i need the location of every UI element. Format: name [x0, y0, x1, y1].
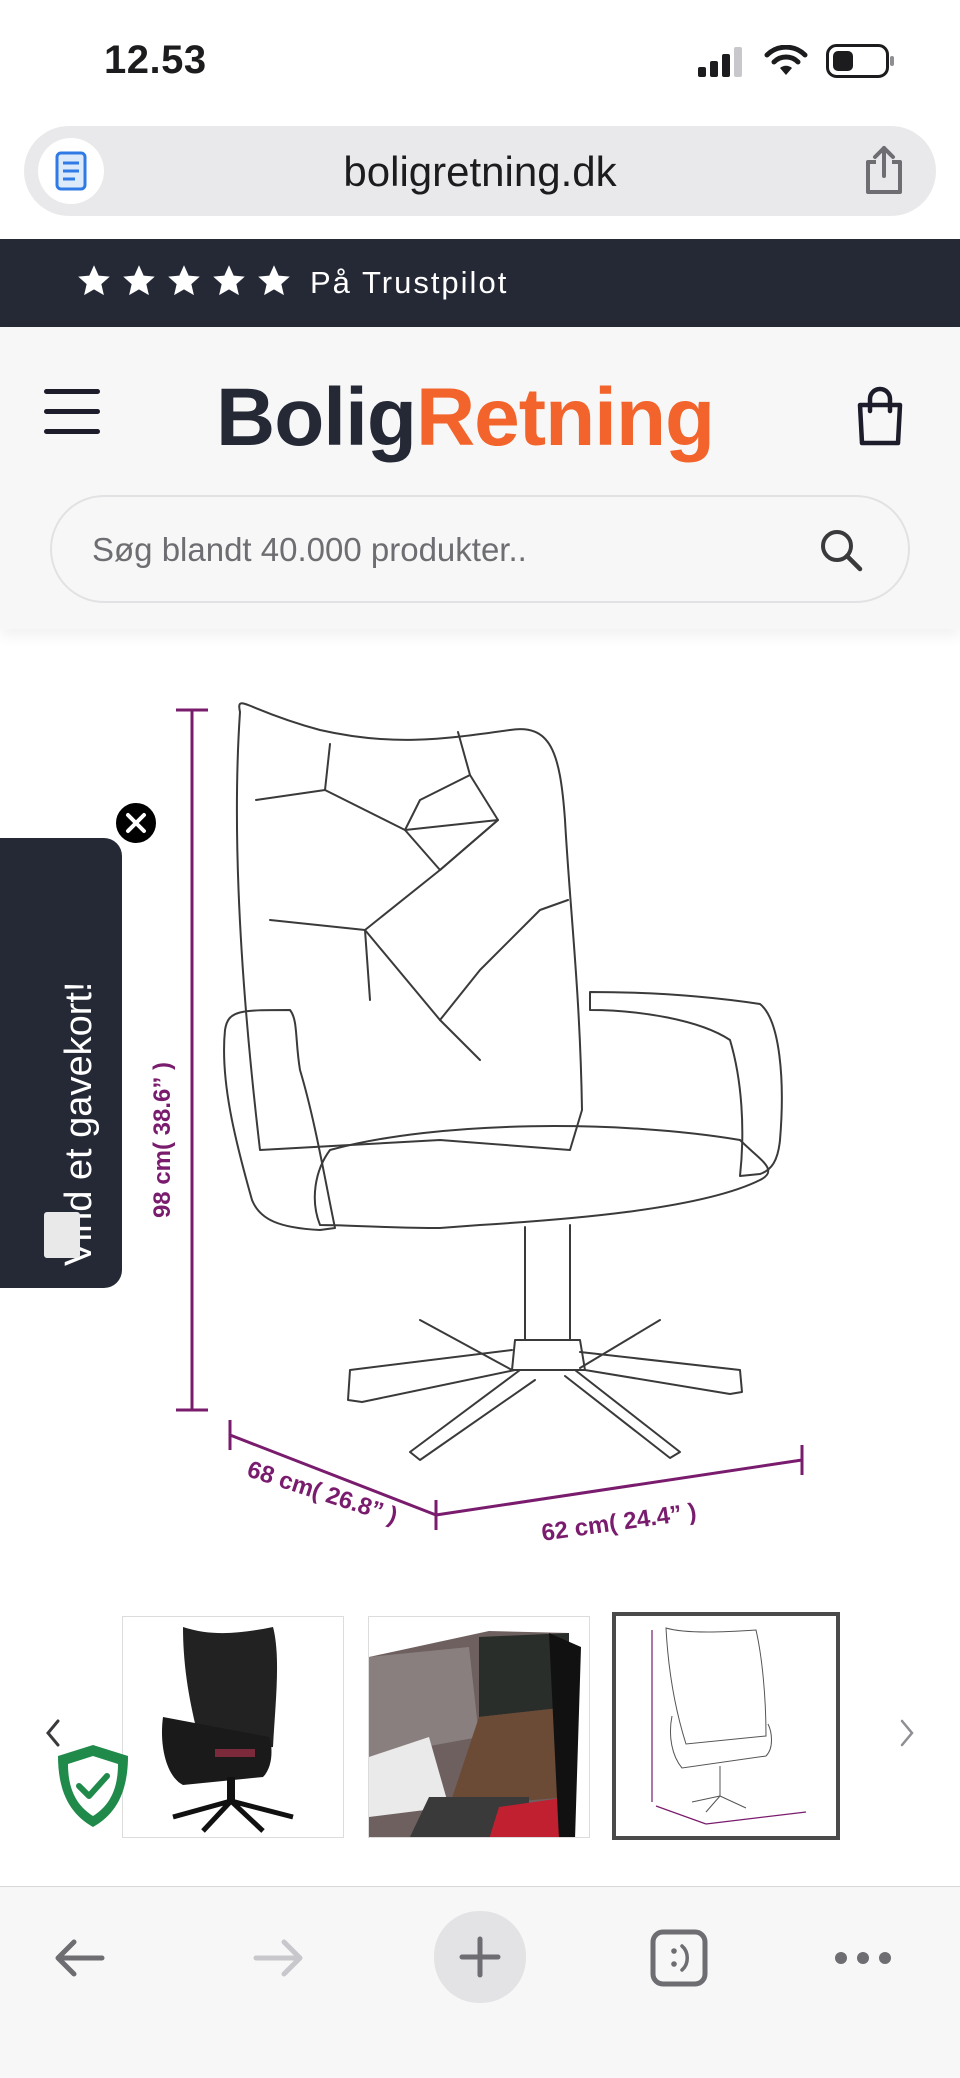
- address-bar[interactable]: boligretning.dk: [24, 126, 936, 216]
- trustpilot-banner[interactable]: På Trustpilot: [0, 239, 960, 327]
- width-dimension-label: 62 cm( 24.4” ): [540, 1498, 698, 1546]
- star-icon: [258, 265, 290, 296]
- site-logo[interactable]: BoligRetning: [216, 371, 715, 465]
- product-main-image[interactable]: 98 cm( 38.6” ) 68 cm( 26.8” ) 62 cm( 24.…: [140, 680, 840, 1560]
- back-button[interactable]: [34, 1913, 124, 2003]
- shopping-bag-icon: [857, 386, 903, 446]
- close-icon: [126, 813, 146, 833]
- cart-button[interactable]: [854, 385, 906, 452]
- right-armrest: [589, 991, 783, 1177]
- tabs-button[interactable]: [634, 1913, 724, 2003]
- star-base-right: [579, 1351, 743, 1395]
- envelope-icon: [44, 1212, 80, 1258]
- chair-photo-image: [161, 1627, 294, 1833]
- carousel-next-button[interactable]: [898, 1718, 916, 1753]
- thumbnail-carousel: [0, 1612, 960, 1842]
- chair-dimension-drawing: 98 cm( 38.6” ) 68 cm( 26.8” ) 62 cm( 24.…: [149, 702, 804, 1547]
- more-dots-icon: [835, 1952, 891, 1964]
- logo-part-bolig: Bolig: [216, 372, 417, 463]
- search-input[interactable]: Søg blandt 40.000 produkter..: [92, 531, 527, 569]
- cellular-signal-icon: [698, 47, 742, 77]
- chevron-right-icon: [900, 1719, 914, 1747]
- share-icon: [866, 146, 902, 194]
- search-field[interactable]: Søg blandt 40.000 produkter..: [50, 495, 910, 603]
- star-icon: [78, 265, 110, 296]
- tabs-icon: [650, 1929, 708, 1987]
- status-bar: 12.53: [0, 0, 960, 120]
- arrow-left-icon: [55, 1939, 105, 1977]
- url-text[interactable]: boligretning.dk: [24, 148, 936, 196]
- stem: [524, 1224, 571, 1341]
- trust-badge[interactable]: [54, 1742, 132, 1835]
- rating-stars: [76, 263, 292, 299]
- site-header: BoligRetning Søg blandt 40.000 produkter…: [0, 327, 960, 629]
- star-icon: [168, 265, 200, 296]
- wifi-icon: [764, 45, 808, 75]
- forward-button[interactable]: [234, 1913, 324, 2003]
- close-giftcard-button[interactable]: [113, 800, 159, 846]
- dimension-drawing-image: [651, 1627, 807, 1825]
- star-icon: [213, 265, 245, 296]
- search-icon: [821, 530, 863, 572]
- logo-part-retning: Retning: [415, 372, 715, 463]
- status-time: 12.53: [104, 38, 207, 82]
- star-icon: [123, 265, 155, 296]
- search-button[interactable]: [818, 527, 864, 578]
- seat: [313, 1125, 770, 1229]
- thumbnail-dimensions[interactable]: [612, 1612, 840, 1840]
- arrow-right-icon: [253, 1939, 303, 1977]
- new-tab-button[interactable]: [434, 1911, 526, 2003]
- height-dimension-label: 98 cm( 38.6” ): [149, 1062, 176, 1218]
- more-button[interactable]: [818, 1913, 908, 2003]
- browser-toolbar: [0, 1886, 960, 2078]
- left-armrest: [223, 1009, 336, 1231]
- battery-icon: [826, 44, 894, 78]
- shield-check-icon: [58, 1745, 128, 1827]
- hamburger-menu-icon[interactable]: [44, 389, 104, 437]
- plus-icon: [459, 1936, 501, 1978]
- patchwork-fabric-image: [369, 1617, 589, 1837]
- share-button[interactable]: [862, 144, 906, 201]
- thumbnail-chair-black[interactable]: [122, 1616, 344, 1838]
- star-base-front-left: [409, 1369, 536, 1461]
- status-icons: [698, 44, 896, 78]
- backrest-outline: [235, 702, 583, 1151]
- trustpilot-text: På Trustpilot: [310, 265, 509, 300]
- thumbnail-patchwork[interactable]: [368, 1616, 590, 1838]
